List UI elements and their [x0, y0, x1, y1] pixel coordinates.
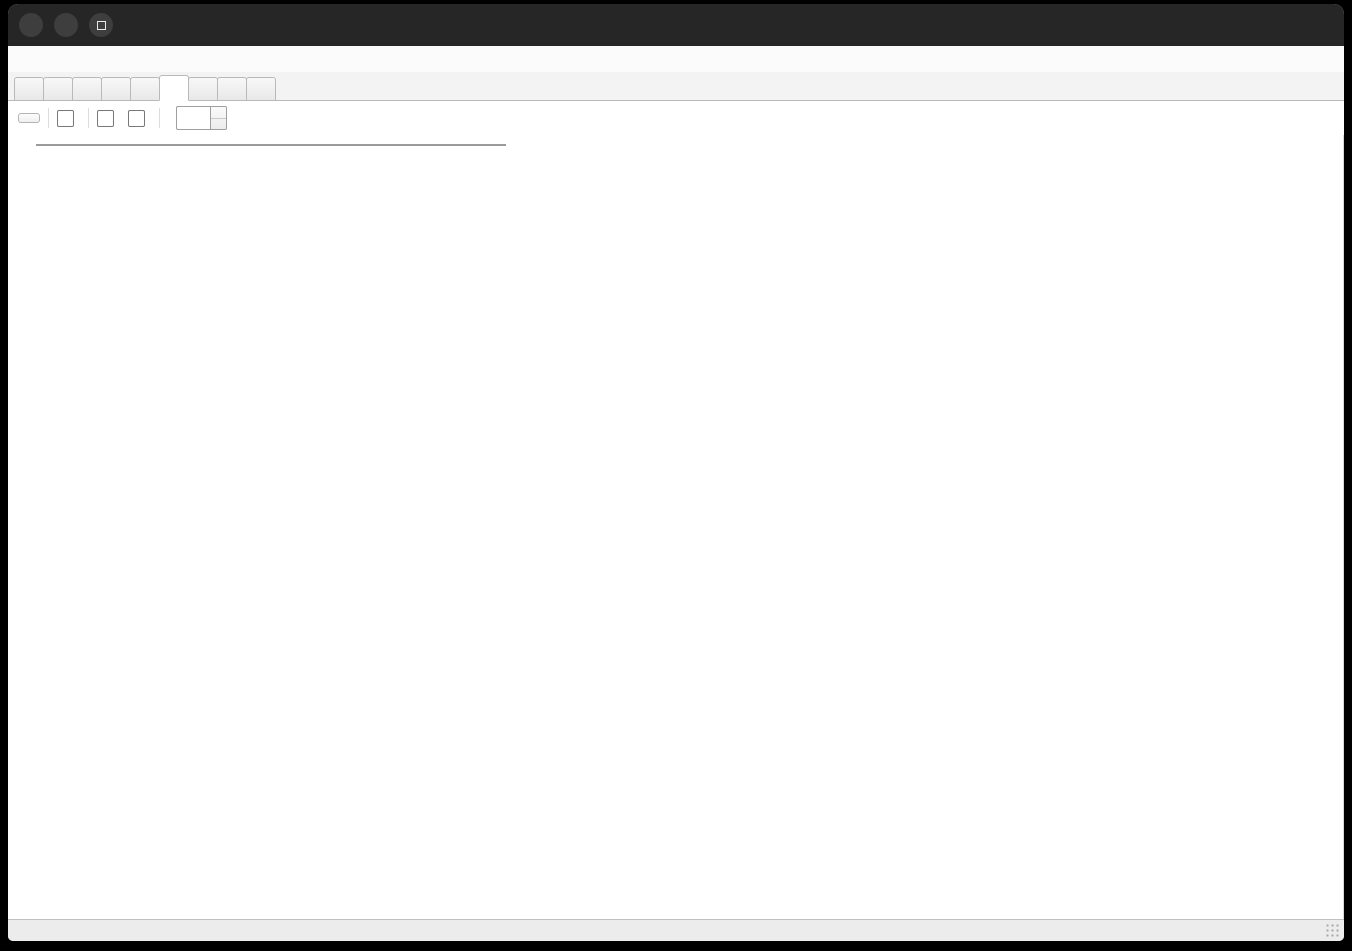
show-total-cost-checkbox[interactable] [97, 110, 120, 127]
maximize-icon [97, 21, 106, 30]
chart-legend [36, 144, 506, 146]
tab-temporary-allocations[interactable] [217, 77, 247, 101]
menu-filter[interactable] [40, 57, 58, 61]
checkmark-icon [97, 110, 114, 127]
checkmark-icon [57, 110, 74, 127]
tab-allocations[interactable] [188, 77, 218, 101]
checkmark-icon [128, 110, 145, 127]
menu-settings[interactable] [58, 57, 76, 61]
tab-caller-callee[interactable] [72, 77, 102, 101]
minimize-button[interactable] [54, 13, 78, 37]
toolbar-separator [88, 108, 89, 128]
consumption-chart[interactable] [8, 135, 1344, 920]
resize-grip[interactable] [1325, 923, 1340, 938]
close-button[interactable] [19, 13, 43, 37]
spin-up-icon[interactable] [211, 107, 226, 119]
spin-down-icon[interactable] [211, 119, 226, 130]
stacked-diagrams-value[interactable] [176, 106, 210, 130]
export-as-button[interactable] [18, 113, 40, 123]
toolbar-separator [159, 108, 160, 128]
tabbar [8, 72, 1344, 101]
menubar [8, 46, 1344, 72]
toolbar [8, 101, 1344, 135]
titlebar[interactable] [8, 4, 1344, 46]
show-legend-checkbox[interactable] [57, 110, 80, 127]
tab-summary[interactable] [14, 77, 44, 101]
tab-top-down[interactable] [101, 77, 131, 101]
heaptrack-window [8, 4, 1344, 941]
menu-file[interactable] [22, 57, 40, 61]
chart-area [8, 135, 1344, 919]
statusbar [8, 919, 1344, 941]
tab-bottom-up[interactable] [43, 77, 73, 101]
show-detailed-cost-checkbox[interactable] [128, 110, 151, 127]
tab-flame-graph[interactable] [130, 77, 160, 101]
maximize-button[interactable] [89, 13, 113, 37]
stacked-diagrams-stepper[interactable] [176, 106, 227, 130]
tab-consumed[interactable] [159, 75, 189, 101]
tab-sizes[interactable] [246, 77, 276, 101]
toolbar-separator [48, 108, 49, 128]
